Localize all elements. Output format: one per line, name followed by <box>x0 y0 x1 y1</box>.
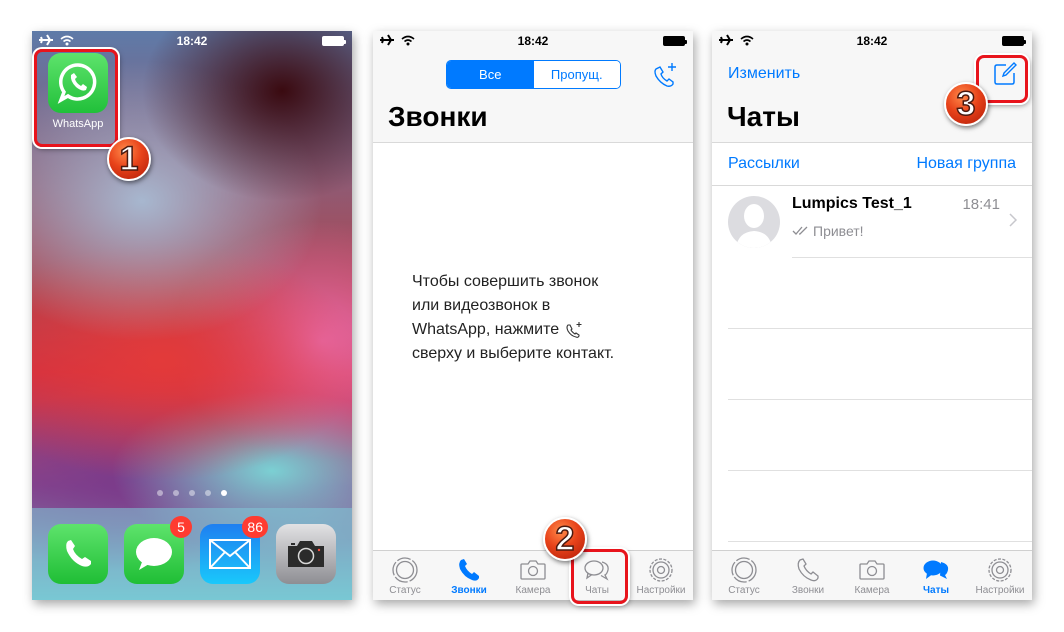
chevron-right-icon <box>1009 213 1018 227</box>
chat-name: Lumpics Test_1 <box>792 195 912 212</box>
page-title: Звонки <box>388 101 488 132</box>
messages-app-icon[interactable]: 5 <box>124 516 192 584</box>
message-bubble-icon <box>136 538 172 570</box>
page-indicator[interactable] <box>32 490 352 496</box>
tab-bar: Статус Звонки Камера Чаты Настройки <box>373 550 693 600</box>
double-check-icon <box>792 226 808 235</box>
broadcast-lists-button[interactable]: Рассылки <box>728 155 800 173</box>
highlight-whatsapp-icon <box>34 49 118 147</box>
tab-label: Статус <box>389 585 421 596</box>
status-time: 18:42 <box>517 34 549 48</box>
tab-label: Звонки <box>451 585 487 596</box>
chats-icon <box>923 560 949 579</box>
edit-button[interactable]: Изменить <box>728 65 800 83</box>
calls-filter-segmented-control: Все Пропущ. <box>446 60 621 89</box>
chat-list-item[interactable]: Lumpics Test_1 18:41 Привет! <box>712 186 1032 257</box>
battery-icon <box>663 36 687 46</box>
battery-icon <box>322 36 346 46</box>
settings-icon <box>649 558 673 582</box>
tab-label: Статус <box>728 585 760 596</box>
avatar <box>728 196 780 248</box>
camera-icon <box>520 560 546 580</box>
camera-icon <box>288 541 324 567</box>
tab-calls[interactable]: Звонки <box>437 551 501 600</box>
tab-label: Звонки <box>791 585 825 596</box>
step-badge-3: 3 <box>944 82 988 126</box>
row-divider <box>728 470 1032 471</box>
phone-app-icon[interactable] <box>48 524 108 584</box>
empty-message-line: WhatsApp, нажмите <box>412 318 672 342</box>
empty-message-line: Чтобы совершить звонок <box>412 273 599 290</box>
camera-app-icon[interactable] <box>276 524 336 584</box>
segment-all[interactable]: Все <box>447 61 534 88</box>
tab-camera[interactable]: Камера <box>840 551 904 600</box>
phone-icon <box>459 559 479 581</box>
highlight-chats-tab <box>571 549 628 604</box>
empty-calls-message: Чтобы совершить звонок или видеозвонок в… <box>412 270 672 366</box>
empty-message-text: WhatsApp, нажмите <box>412 321 560 338</box>
chat-list-actions: Рассылки Новая группа <box>712 143 1032 186</box>
tab-label: Настройки <box>975 585 1025 596</box>
mail-badge: 86 <box>242 516 268 538</box>
mail-app-icon[interactable]: 86 <box>200 516 268 584</box>
tab-status[interactable]: Статус <box>373 551 437 600</box>
page-dot-active <box>221 490 227 496</box>
status-bar: 18:42 <box>32 31 352 51</box>
status-time: 18:42 <box>856 34 888 48</box>
messages-badge: 5 <box>170 516 192 538</box>
navigation-bar: 18:42 Все Пропущ. Звонки <box>373 31 693 143</box>
page-title: Чаты <box>727 101 800 132</box>
tab-status[interactable]: Статус <box>712 551 776 600</box>
empty-message-line: или видеозвонок в <box>412 297 551 314</box>
tab-settings[interactable]: Настройки <box>968 551 1032 600</box>
tab-label: Чаты <box>922 585 950 596</box>
row-divider <box>728 399 1032 400</box>
page-dot <box>157 490 163 496</box>
phone-plus-icon <box>564 321 586 339</box>
row-divider <box>728 328 1032 329</box>
tab-bar: Статус Звонки Камера Чаты Настройки <box>712 550 1032 600</box>
settings-icon <box>988 558 1012 582</box>
phone-plus-icon <box>654 63 676 87</box>
status-time: 18:42 <box>176 34 208 48</box>
chat-time: 18:41 <box>962 196 1000 213</box>
envelope-icon <box>209 539 251 569</box>
tab-label: Камера <box>854 585 890 596</box>
row-divider <box>728 541 1032 542</box>
empty-message-line: сверху и выберите контакт. <box>412 345 615 362</box>
step-badge-2: 2 <box>543 517 587 561</box>
status-icon <box>392 557 418 583</box>
new-group-button[interactable]: Новая группа <box>916 155 1016 173</box>
battery-icon <box>1002 36 1026 46</box>
status-bar: 18:42 <box>712 31 1032 51</box>
segment-missed[interactable]: Пропущ. <box>533 61 620 88</box>
row-divider <box>792 257 1032 258</box>
step-badge-1: 1 <box>107 137 151 181</box>
page-dot <box>189 490 195 496</box>
tab-settings[interactable]: Настройки <box>629 551 693 600</box>
tab-chats[interactable]: Чаты <box>904 551 968 600</box>
tab-label: Камера <box>515 585 551 596</box>
chat-preview-text: Привет! <box>813 223 864 239</box>
tab-calls[interactable]: Звонки <box>776 551 840 600</box>
chat-preview: Привет! <box>792 223 864 239</box>
calls-screen: 18:42 Все Пропущ. Звонки Чтобы совершить… <box>373 31 693 600</box>
phone-icon <box>797 558 819 582</box>
dock: 5 86 <box>32 508 352 600</box>
tab-label: Настройки <box>636 585 686 596</box>
page-dot <box>205 490 211 496</box>
default-avatar-icon <box>736 204 772 248</box>
status-bar: 18:42 <box>373 31 693 51</box>
new-call-button[interactable] <box>651 61 679 89</box>
page-dot <box>173 490 179 496</box>
camera-icon <box>859 560 885 580</box>
phone-icon <box>66 540 91 567</box>
status-icon <box>731 557 757 583</box>
